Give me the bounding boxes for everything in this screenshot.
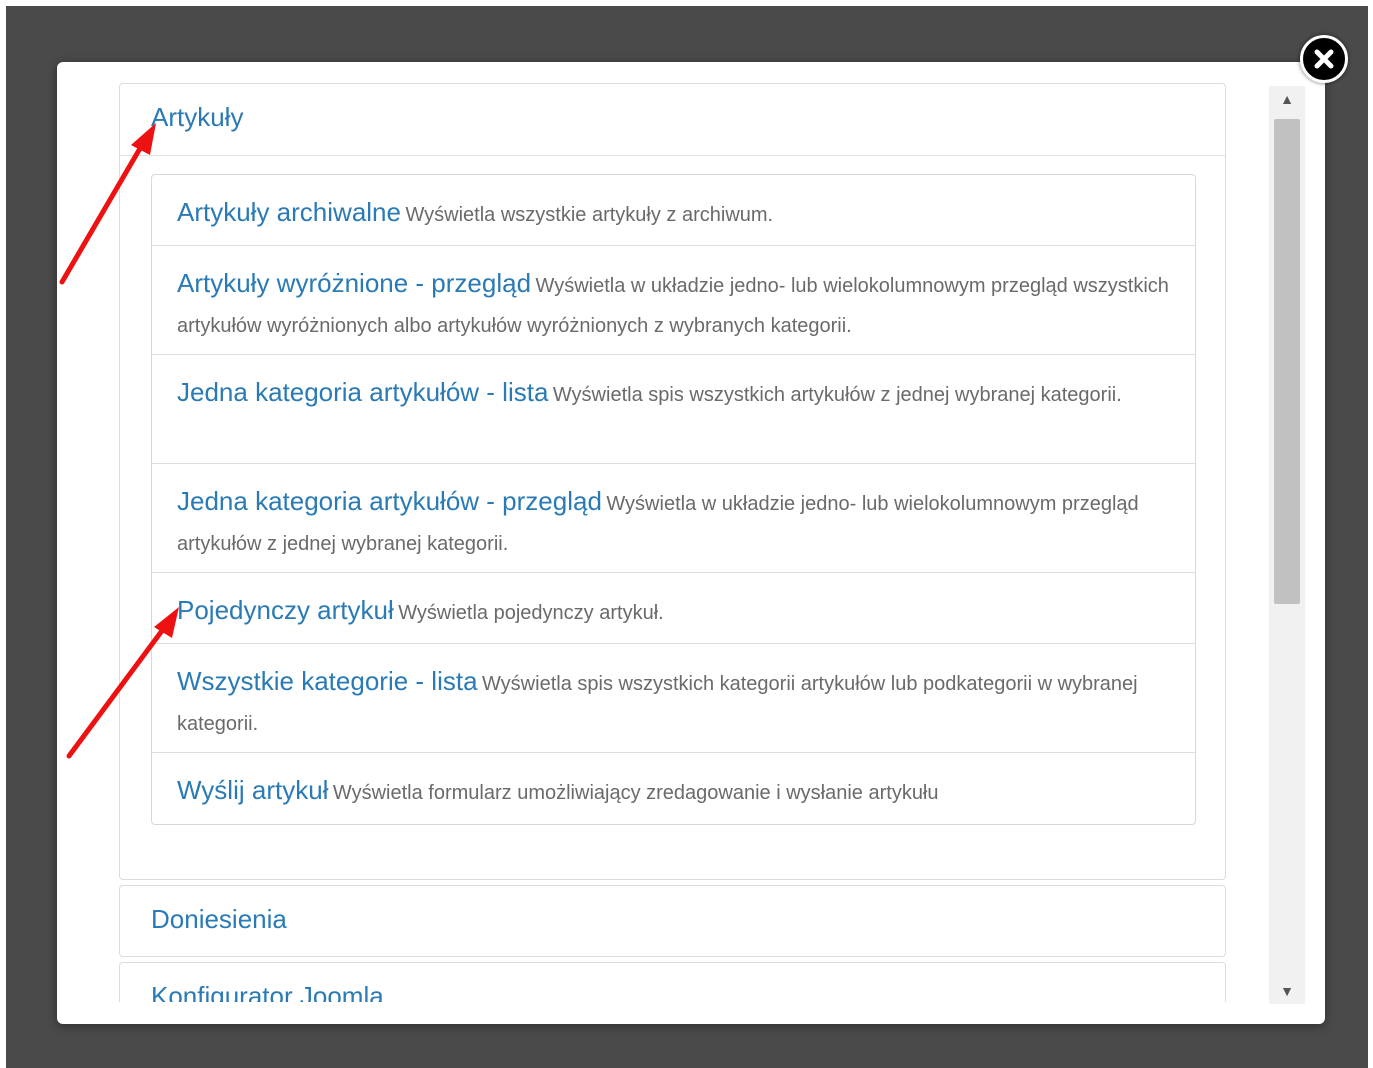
list-item[interactable]: Artykuły wyróżnione - przegląd Wyświetla… bbox=[152, 246, 1195, 355]
vertical-scrollbar[interactable]: ▲ ▼ bbox=[1269, 86, 1305, 1004]
close-button[interactable] bbox=[1300, 35, 1348, 83]
item-description: Wyświetla spis wszystkich artykułów z je… bbox=[552, 384, 1122, 406]
menu-item-type-modal: Artykuły Artykuły archiwalne Wyświetla w… bbox=[57, 62, 1325, 1024]
item-title-link[interactable]: Pojedynczy artykuł bbox=[177, 595, 394, 625]
section-heading: Konfigurator Joomla bbox=[120, 963, 1225, 1002]
item-title-link[interactable]: Jedna kategoria artykułów - przegląd bbox=[177, 486, 602, 516]
section-toggle-artykuly[interactable]: Artykuły bbox=[151, 102, 243, 132]
section-toggle-konfigurator[interactable]: Konfigurator Joomla bbox=[151, 981, 384, 1002]
item-description: Wyświetla pojedynczy artykuł. bbox=[398, 602, 664, 624]
section-heading: Doniesienia bbox=[120, 886, 1225, 958]
list-item[interactable]: Wyślij artykuł Wyświetla formularz umożl… bbox=[152, 753, 1195, 824]
list-item[interactable]: Artykuły archiwalne Wyświetla wszystkie … bbox=[152, 175, 1195, 246]
list-item[interactable]: Jedna kategoria artykułów - przegląd Wyś… bbox=[152, 464, 1195, 573]
item-description: Wyświetla wszystkie artykuły z archiwum. bbox=[405, 204, 774, 226]
list-item[interactable]: Jedna kategoria artykułów - lista Wyświe… bbox=[152, 355, 1195, 464]
scrollbar-thumb[interactable] bbox=[1274, 119, 1300, 604]
section-toggle-doniesienia[interactable]: Doniesienia bbox=[151, 904, 287, 934]
item-title-link[interactable]: Jedna kategoria artykułów - lista bbox=[177, 377, 548, 407]
modal-content: Artykuły Artykuły archiwalne Wyświetla w… bbox=[57, 62, 1257, 1002]
close-icon bbox=[1314, 49, 1334, 69]
section-panel-artykuly: Artykuły Artykuły archiwalne Wyświetla w… bbox=[119, 83, 1226, 880]
menu-type-list: Artykuły archiwalne Wyświetla wszystkie … bbox=[151, 174, 1196, 825]
section-heading: Artykuły bbox=[120, 84, 1225, 156]
list-item[interactable]: Pojedynczy artykuł Wyświetla pojedynczy … bbox=[152, 573, 1195, 644]
item-title-link[interactable]: Artykuły wyróżnione - przegląd bbox=[177, 268, 531, 298]
item-title-link[interactable]: Artykuły archiwalne bbox=[177, 197, 401, 227]
section-panel-konfigurator: Konfigurator Joomla bbox=[119, 962, 1226, 1002]
item-title-link[interactable]: Wyślij artykuł bbox=[177, 775, 328, 805]
section-panel-doniesienia: Doniesienia bbox=[119, 885, 1226, 957]
arrow-up-icon[interactable]: ▲ bbox=[1269, 86, 1305, 112]
list-item[interactable]: Wszystkie kategorie - lista Wyświetla sp… bbox=[152, 644, 1195, 753]
arrow-down-icon[interactable]: ▼ bbox=[1269, 978, 1305, 1004]
item-title-link[interactable]: Wszystkie kategorie - lista bbox=[177, 666, 478, 696]
item-description: Wyświetla formularz umożliwiający zredag… bbox=[332, 782, 939, 804]
